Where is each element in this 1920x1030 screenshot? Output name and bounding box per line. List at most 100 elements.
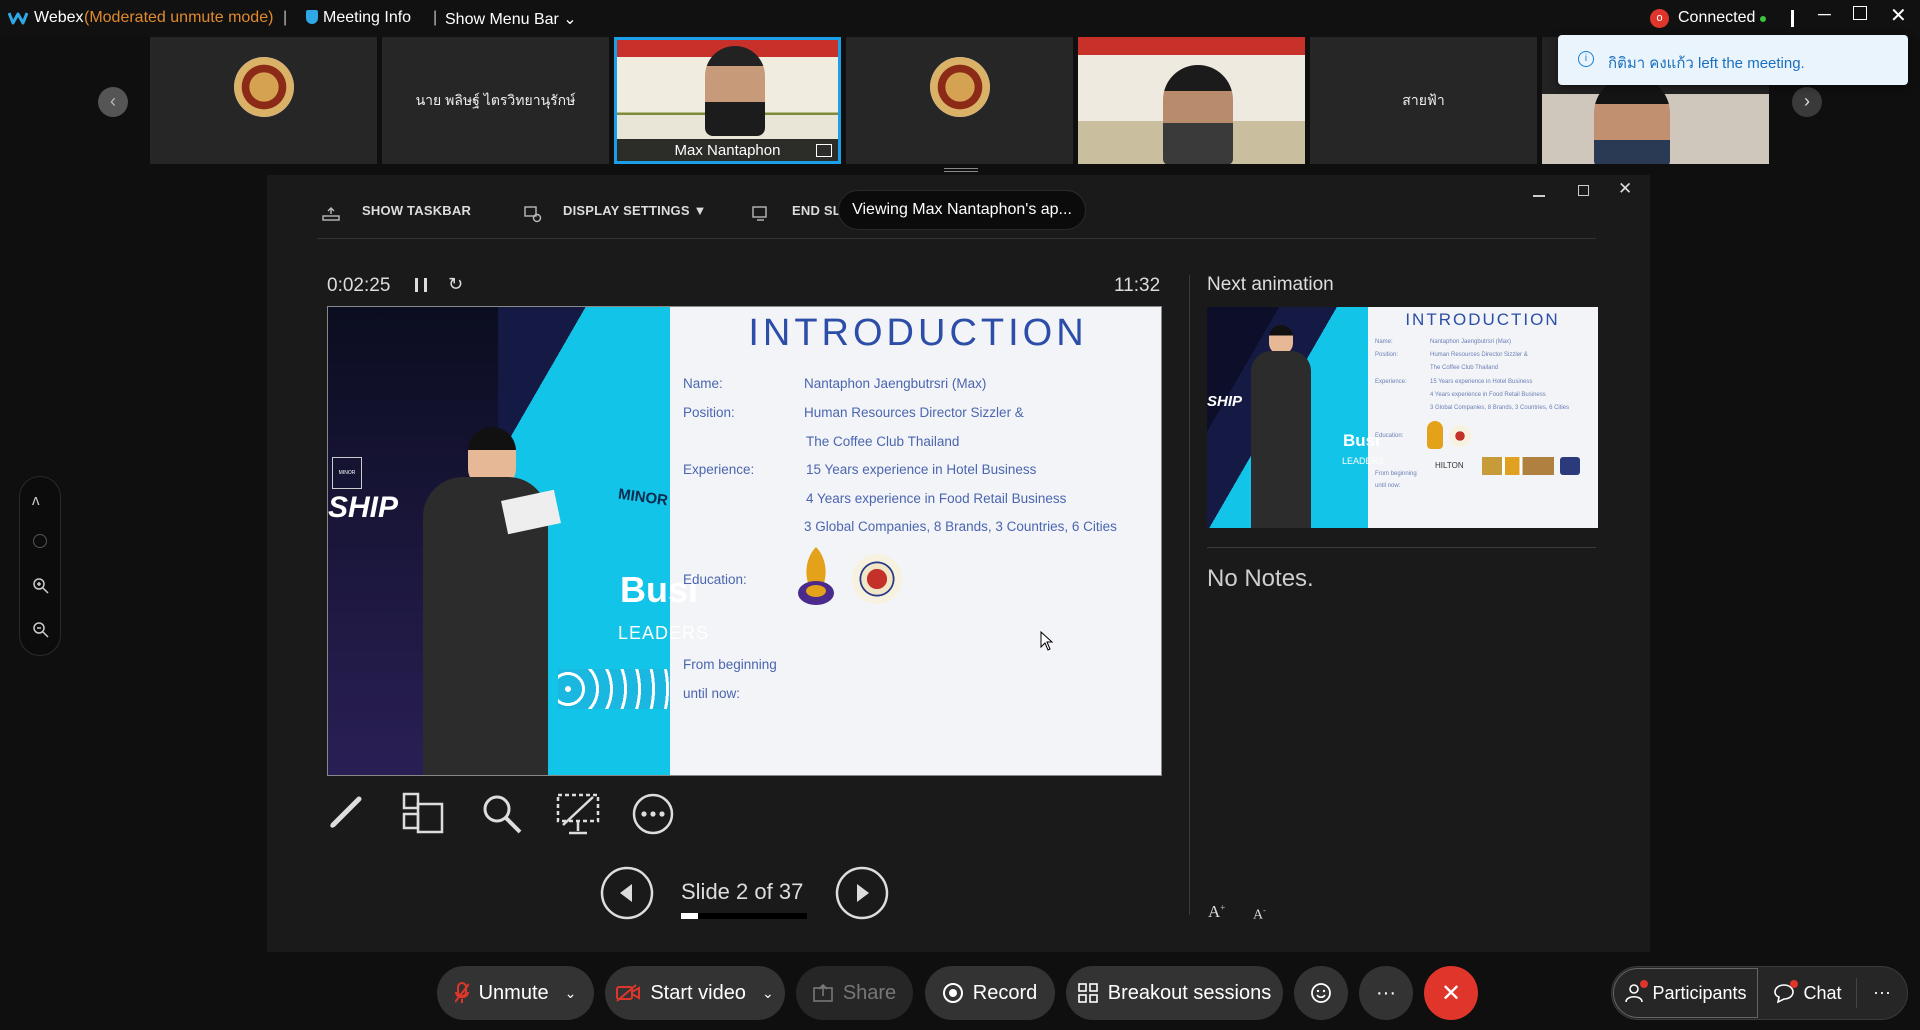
zoom-in-icon[interactable] (32, 577, 50, 595)
experience-label: Experience: (683, 462, 755, 477)
breakout-icon (1077, 983, 1098, 1003)
presenter-minimize-button[interactable] (1533, 195, 1545, 197)
more-panels-button[interactable]: ··· (1862, 972, 1902, 1012)
thumb-line: The Coffee Club Thailand (1430, 365, 1499, 371)
chat-icon (1773, 980, 1799, 1003)
participants-button[interactable]: Participants (1613, 968, 1758, 1018)
notes-divider (1207, 547, 1596, 548)
close-window-button[interactable]: ✕ (1890, 3, 1907, 28)
mouse-cursor-icon (1040, 631, 1054, 651)
webex-logo-icon (8, 10, 28, 26)
panel-divider[interactable] (1189, 275, 1190, 915)
increase-font-button[interactable]: A+ (1208, 902, 1225, 922)
pen-tool-button[interactable] (327, 791, 367, 831)
previous-slide-button[interactable] (600, 866, 654, 920)
pointer-icon[interactable] (33, 534, 47, 548)
thumb-seal-icon (1449, 425, 1471, 447)
reset-timer-button[interactable]: ↻ (448, 274, 463, 295)
more-controls-button[interactable]: ··· (1359, 966, 1413, 1020)
start-video-button[interactable]: Start video ⌄ (605, 966, 785, 1020)
position-label: Position: (683, 405, 735, 420)
filmstrip-prev-button[interactable]: ‹ (98, 87, 128, 117)
record-button[interactable]: Record (925, 966, 1055, 1020)
photo-text-leaders: LEADERS (618, 623, 710, 643)
pause-timer-button[interactable] (415, 278, 427, 292)
notes-text: No Notes. (1207, 565, 1314, 592)
thumb-line: From beginning (1375, 471, 1417, 477)
presenter-restore-button[interactable] (1578, 185, 1589, 196)
elapsed-timer: 0:02:25 (327, 275, 391, 296)
shield-icon (306, 10, 318, 24)
chat-button[interactable]: Chat (1760, 968, 1855, 1018)
presenter-close-button[interactable]: ✕ (1618, 179, 1632, 199)
thumb-line: 3 Global Companies, 8 Brands, 3 Countrie… (1430, 405, 1570, 411)
share-button[interactable]: Share (796, 966, 913, 1020)
display-settings-button[interactable]: DISPLAY SETTINGS ▼ (563, 203, 707, 218)
leave-meeting-button[interactable]: ✕ (1424, 966, 1478, 1020)
chevron-down-icon[interactable]: ⌄ (762, 985, 774, 1002)
from-beginning-label: From beginning (683, 657, 777, 672)
see-all-slides-button[interactable] (402, 792, 446, 836)
thumb-line: until now: (1375, 483, 1401, 489)
participant-video (1163, 65, 1233, 164)
video-off-icon (616, 984, 641, 1002)
annotation-toolbar: ʌ (19, 476, 61, 656)
name-value: Nantaphon Jaengbutrsri (Max) (804, 376, 987, 391)
record-status-icon: o (1650, 9, 1669, 28)
participant-tile[interactable]: สายฟ้า (1310, 37, 1537, 164)
toast-message: กิติมา คงแก้ว left the meeting. (1608, 55, 1805, 72)
next-slide-button[interactable] (835, 866, 889, 920)
participant-video (1594, 77, 1670, 164)
decrease-font-button[interactable]: A- (1253, 906, 1266, 924)
participant-tile[interactable] (150, 37, 377, 164)
chevron-down-icon[interactable]: ⌄ (565, 985, 577, 1002)
experience-item: 3 Global Companies, 8 Brands, 3 Countrie… (804, 519, 1117, 534)
breakout-sessions-button[interactable]: Breakout sessions (1066, 966, 1283, 1020)
university-seal-icon (233, 57, 294, 117)
record-label: Record (972, 981, 1038, 1004)
zoom-out-icon[interactable] (32, 621, 50, 639)
minimize-button[interactable]: ─ (1818, 4, 1831, 25)
experience-item: 4 Years experience in Food Retail Busine… (806, 491, 1067, 506)
thumb-photo-leaders: LEADERS (1342, 456, 1385, 466)
unmute-button[interactable]: Unmute ⌄ (437, 966, 594, 1020)
end-slideshow-button[interactable]: END SL (792, 203, 841, 218)
photo-minor-logo: MINOR (332, 457, 362, 489)
reactions-button[interactable] (1294, 966, 1348, 1020)
meeting-info-button[interactable]: Meeting Info (306, 9, 411, 27)
participant-tile[interactable]: นาย พลิษฐ์ ไตรวิทยานุรักษ์ (382, 37, 609, 164)
annotate-icon[interactable]: ʌ (32, 492, 40, 509)
next-animation-label: Next animation (1207, 274, 1334, 295)
participant-name: สายฟ้า (1402, 92, 1445, 108)
show-menu-bar-label: Show Menu Bar (445, 11, 559, 28)
participant-tile-active-speaker[interactable]: Max Nantaphon (614, 37, 841, 164)
thumb-title: INTRODUCTION (1405, 310, 1560, 329)
filmstrip-next-button[interactable]: › (1792, 87, 1822, 117)
window-divider (1791, 10, 1794, 27)
unmute-label: Unmute (478, 981, 549, 1004)
current-slide[interactable]: SHIP MINOR MINOR Busi LEADERS INTRODUCTI… (327, 306, 1162, 776)
zoom-slide-button[interactable] (480, 792, 524, 836)
notification-toast: i กิติมา คงแก้ว left the meeting. (1558, 35, 1908, 85)
participants-icon (1624, 980, 1649, 1003)
black-screen-button[interactable] (555, 791, 601, 837)
slide-counter: Slide 2 of 37 (681, 879, 804, 904)
participant-tile[interactable] (1078, 37, 1305, 164)
restore-button[interactable] (1853, 6, 1867, 20)
slide-progress-fill (681, 913, 698, 919)
thumb-brand-logo (1560, 457, 1580, 475)
display-settings-icon (524, 205, 542, 223)
title-separator: | (283, 9, 288, 26)
thumb-line: Human Resources Director Sizzler & (1430, 352, 1528, 358)
app-name: Webex (34, 9, 84, 26)
slide-photo: SHIP MINOR MINOR Busi LEADERS (328, 307, 708, 775)
splitter-handle[interactable] (944, 168, 978, 172)
thumb-line: Name: (1375, 339, 1393, 345)
assumption-university-seal-icon (852, 554, 902, 604)
participant-name: นาย พลิษฐ์ ไตรวิทยานุรักษ์ (415, 92, 576, 108)
participant-tile[interactable] (846, 37, 1073, 164)
show-taskbar-button[interactable]: SHOW TASKBAR (362, 203, 471, 218)
more-options-button[interactable] (631, 792, 675, 836)
thumb-line: Education: (1375, 433, 1404, 439)
show-menu-bar-button[interactable]: Show Menu Bar ⌄ (445, 9, 577, 29)
